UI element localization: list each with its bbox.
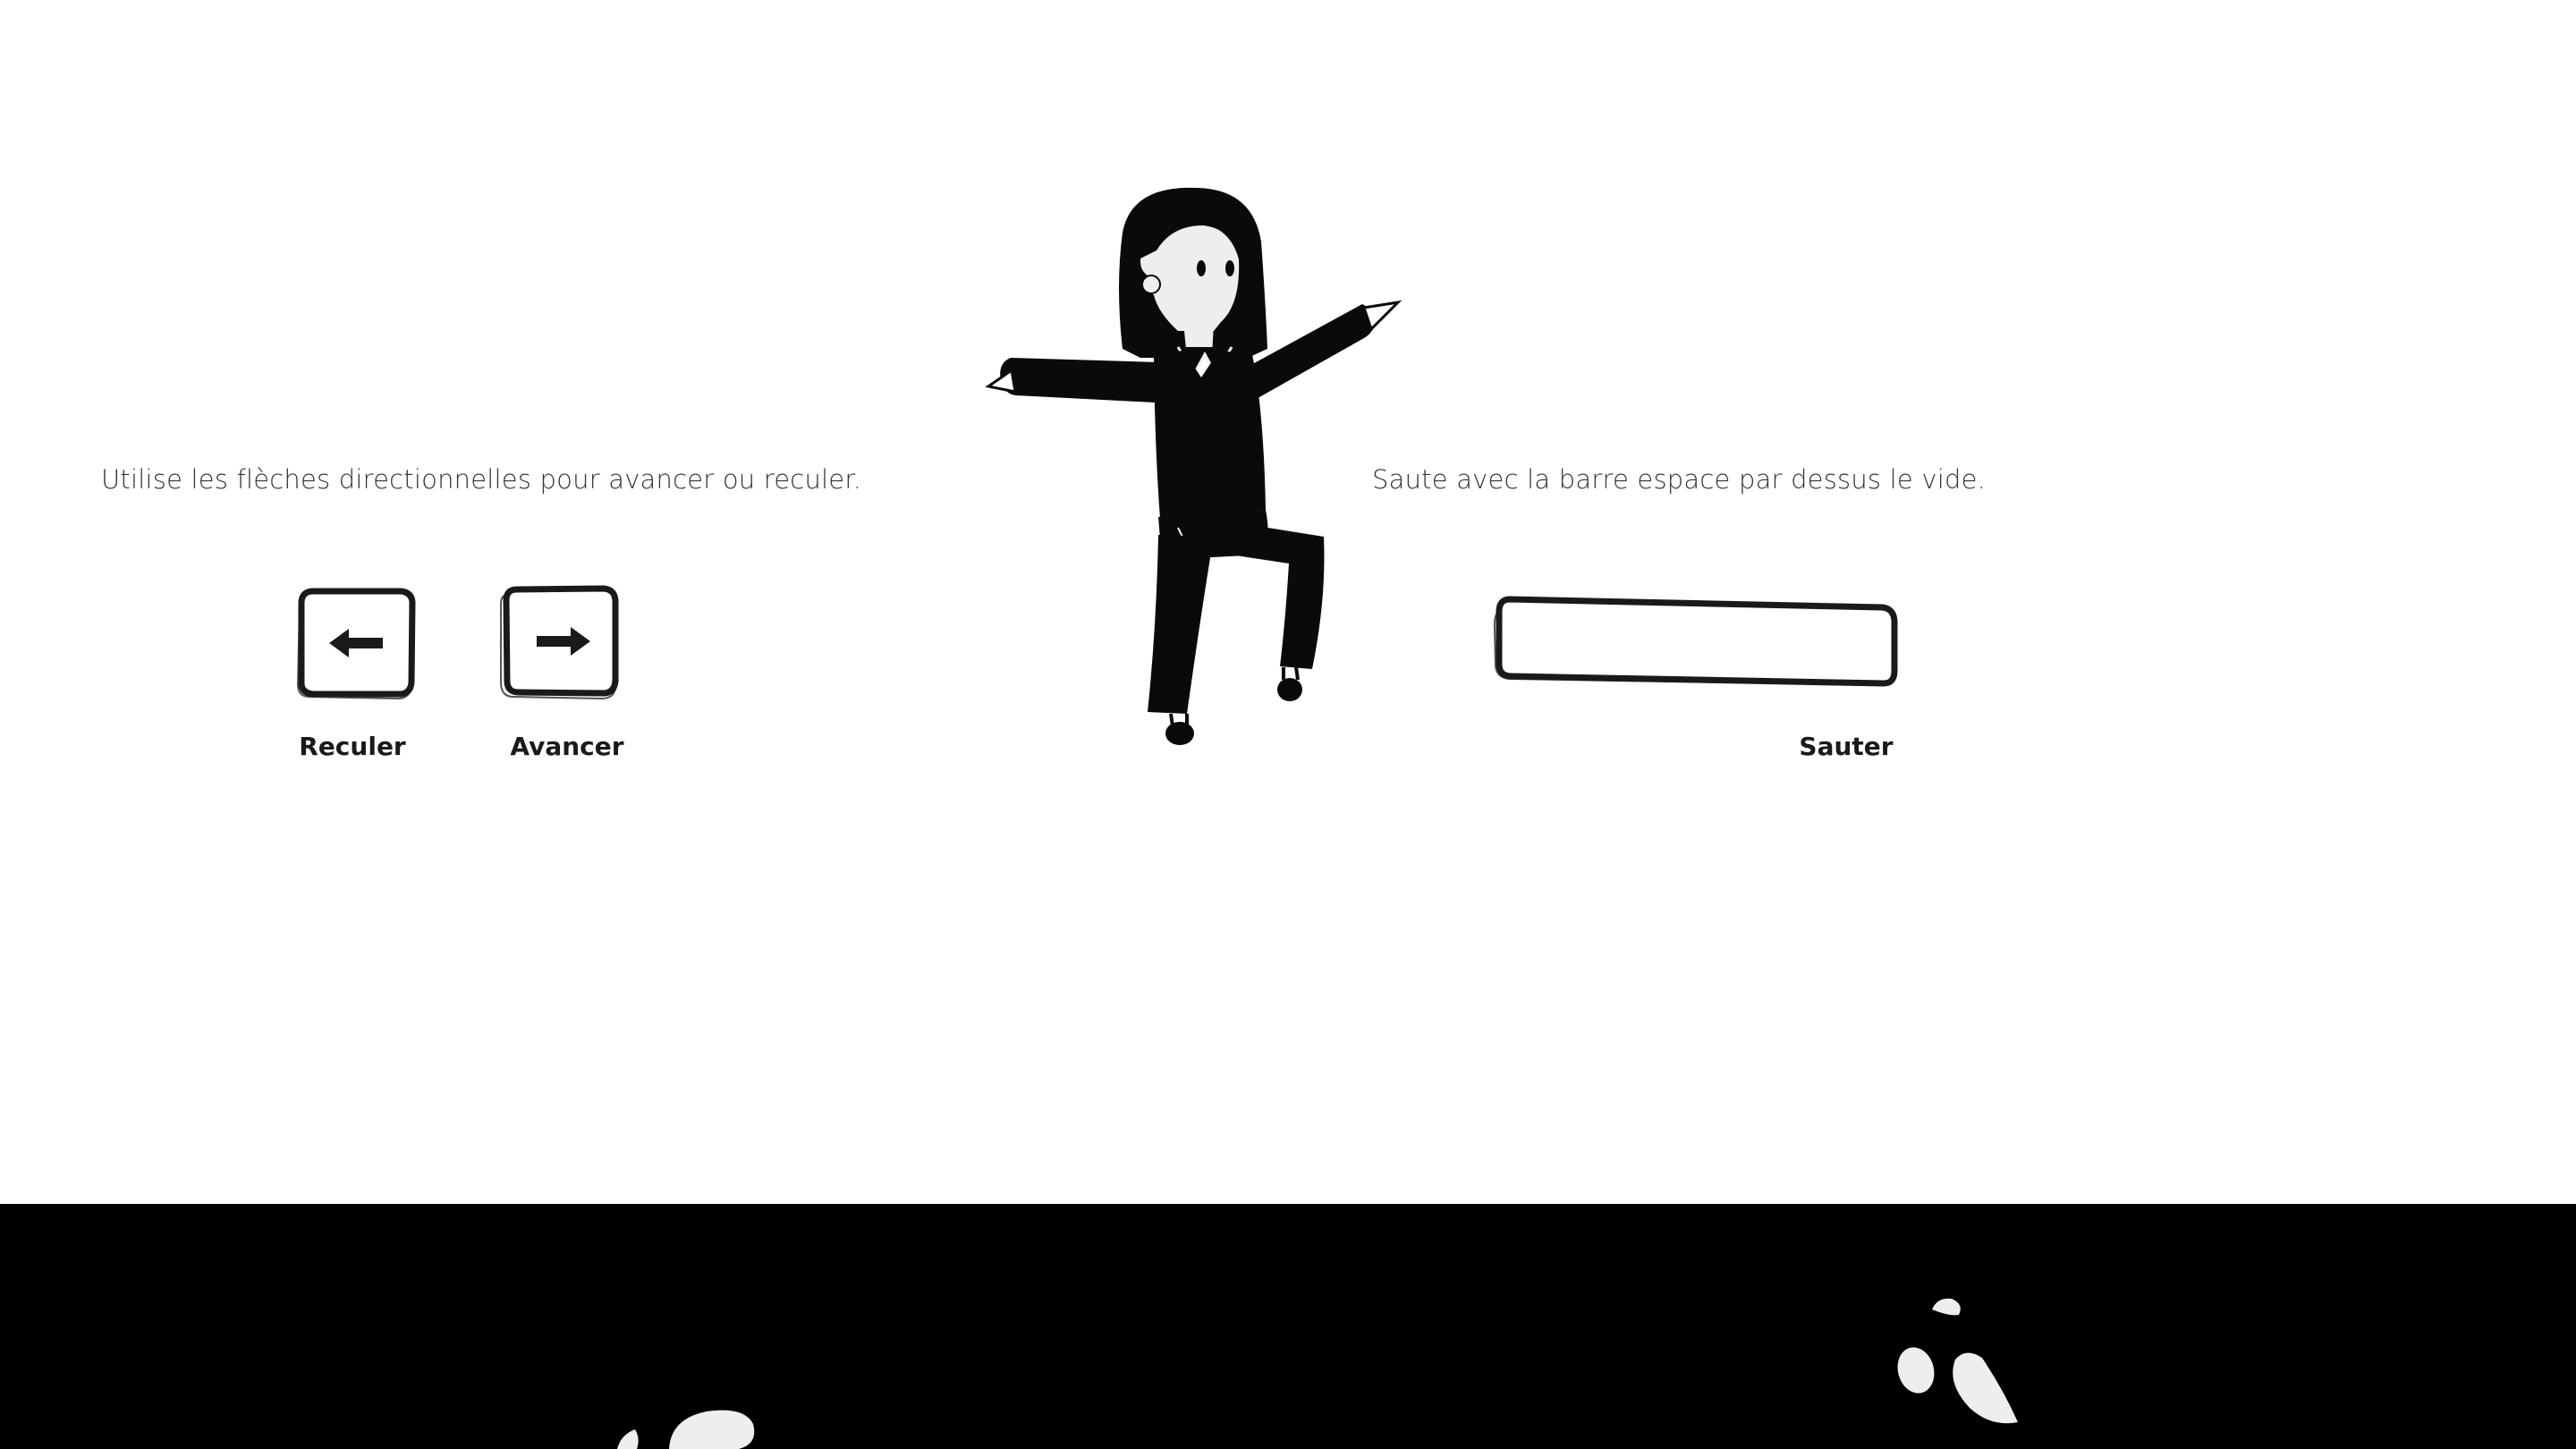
spacebar-icon xyxy=(1493,596,1898,687)
move-instruction-text: Utilise les flèches directionnelles pour… xyxy=(101,464,862,495)
left-key-label: Reculer xyxy=(299,732,406,761)
character-left-arm xyxy=(1000,358,1158,402)
ground-platform xyxy=(0,1204,2576,1449)
space-key-label: Sauter xyxy=(1799,732,1894,761)
right-arrow-key xyxy=(497,584,624,704)
character-torso xyxy=(1154,351,1266,519)
ground-decoration-left xyxy=(617,1410,755,1449)
character-left-leg xyxy=(1148,535,1214,714)
character-right-arm xyxy=(1248,304,1375,401)
ground-decoration-right xyxy=(1897,1298,2018,1424)
character-eye-right xyxy=(1225,260,1234,276)
arrow-right-icon xyxy=(500,585,619,700)
left-arrow-key xyxy=(293,586,420,704)
jump-instruction-text: Saute avec la barre espace par dessus le… xyxy=(1372,464,1987,495)
player-character xyxy=(979,179,1409,751)
arrow-left-icon xyxy=(296,588,416,700)
right-key-label: Avancer xyxy=(510,732,624,761)
character-right-leg xyxy=(1212,519,1325,669)
space-bar-key xyxy=(1490,594,1903,694)
character-right-foot xyxy=(1277,678,1302,701)
character-eye-left xyxy=(1197,260,1206,276)
character-left-foot xyxy=(1165,722,1194,745)
